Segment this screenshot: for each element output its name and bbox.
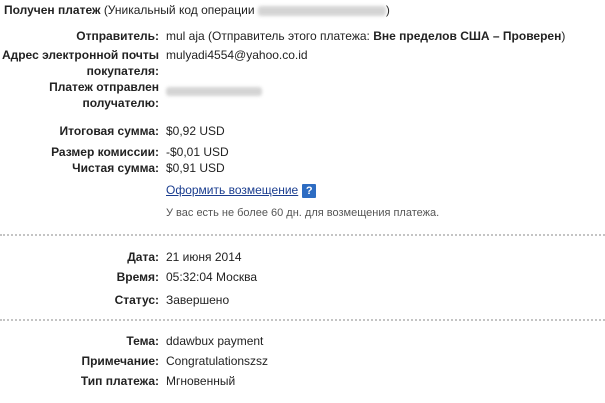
status-label: Статус:: [114, 293, 159, 307]
recipient-email-redacted: [166, 84, 262, 98]
fee-label: Размер комиссии:: [51, 145, 159, 159]
note-value: Congratulationszsz: [166, 354, 269, 368]
transaction-code-label: (Уникальный код операции: [103, 3, 255, 17]
date-value: 21 июня 2014: [166, 250, 242, 264]
date-label: Дата:: [127, 250, 159, 264]
time-label: Время:: [116, 270, 159, 284]
status-value: Завершено: [166, 293, 230, 307]
net-amount: $0,91 USD: [166, 161, 225, 175]
payment-type-value: Мгновенный: [166, 374, 236, 388]
subject-label: Тема:: [126, 334, 159, 348]
sent-to-label-1: Платеж отправлен: [49, 80, 159, 94]
sender-status-prefix: (Отправитель этого платежа:: [208, 29, 370, 43]
sender-status-suffix: ): [561, 29, 566, 43]
time-value: 05:32:04 Москва: [166, 270, 258, 284]
page-title: Получен платеж: [4, 3, 101, 17]
subject-value: ddawbux payment: [166, 334, 264, 348]
net-label: Чистая сумма:: [72, 161, 159, 175]
help-icon[interactable]: ?: [302, 183, 317, 198]
total-label: Итоговая сумма:: [59, 124, 159, 138]
sender-name: mul aja: [166, 29, 205, 43]
buyer-email-label-2: покупателя:: [86, 64, 159, 78]
payment-type-label: Тип платежа:: [80, 374, 159, 388]
section-divider: [0, 319, 605, 321]
transaction-header: Получен платеж (Уникальный код операции …: [4, 3, 390, 17]
sender-value: mul aja (Отправитель этого платежа: Вне …: [166, 29, 565, 43]
refund-note: У вас есть не более 60 дн. для возмещени…: [166, 207, 440, 219]
sender-status: Вне пределов США – Проверен: [373, 29, 562, 43]
sender-label: Отправитель:: [76, 29, 159, 43]
total-amount: $0,92 USD: [166, 124, 225, 138]
buyer-email: mulyadi4554@yahoo.co.id: [166, 48, 308, 62]
fee-amount: -$0,01 USD: [166, 145, 229, 159]
buyer-email-label-1: Адрес электронной почты: [1, 48, 159, 62]
transaction-code-close: ): [385, 3, 390, 17]
refund-actions: Оформить возмещение?: [166, 183, 317, 198]
transaction-code-redacted: [257, 5, 386, 16]
note-label: Примечание:: [81, 354, 159, 368]
section-divider: [0, 234, 605, 236]
issue-refund-link[interactable]: Оформить возмещение: [166, 183, 298, 197]
sent-to-label-2: получателю:: [82, 96, 159, 110]
